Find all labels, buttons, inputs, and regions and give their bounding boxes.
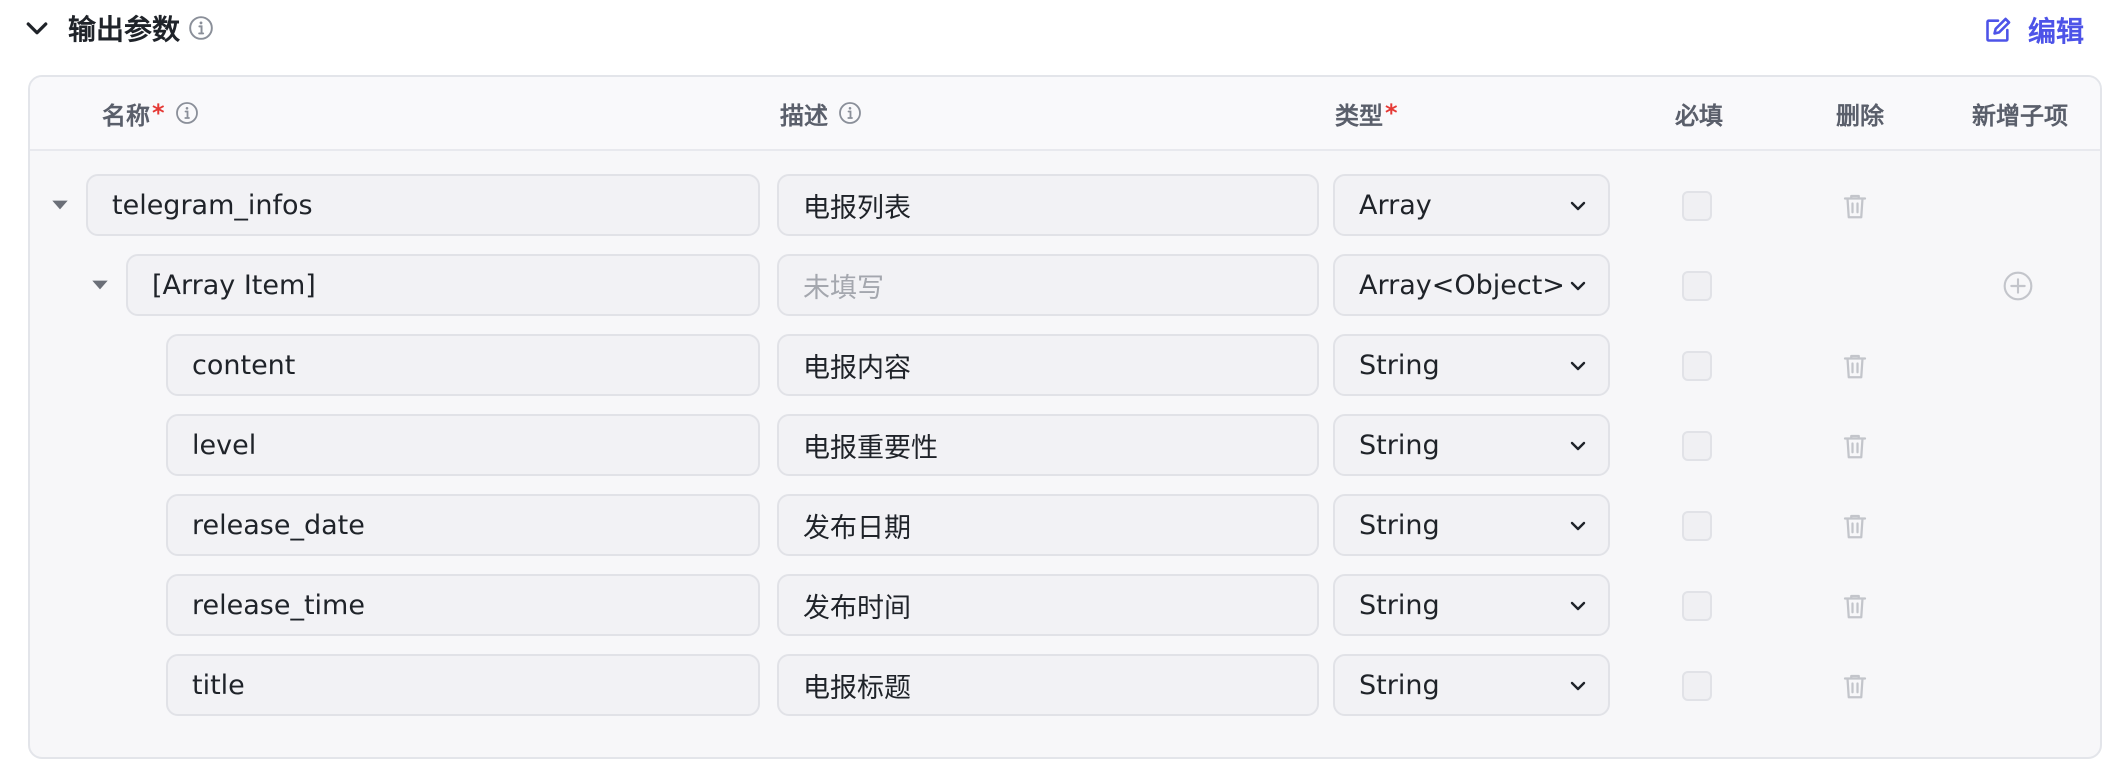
param-type-select[interactable]: Array [1333, 174, 1610, 236]
info-icon[interactable] [188, 15, 214, 41]
required-checkbox[interactable] [1682, 351, 1712, 381]
required-checkbox[interactable] [1682, 191, 1712, 221]
param-name-input[interactable]: content [166, 334, 760, 396]
param-name-input[interactable]: title [166, 654, 760, 716]
caret-down-icon[interactable] [49, 194, 71, 216]
table-row: level 电报重要性 String [30, 414, 2100, 484]
col-required-label: 必填 [1675, 101, 1723, 130]
param-description-input[interactable]: 电报列表 [777, 174, 1319, 236]
param-type-select[interactable]: String [1333, 654, 1610, 716]
table-row: release_time 发布时间 String [30, 574, 2100, 644]
param-description-input[interactable]: 电报标题 [777, 654, 1319, 716]
col-delete-label: 删除 [1836, 101, 1884, 130]
param-name-input[interactable]: telegram_infos [86, 174, 760, 236]
col-required: 必填 [1675, 77, 1723, 149]
param-type-select[interactable]: String [1333, 334, 1610, 396]
param-type-value: Array<Object> [1359, 269, 1565, 301]
required-mark: * [1385, 99, 1398, 127]
required-checkbox[interactable] [1682, 431, 1712, 461]
col-type-label: 类型 [1335, 101, 1383, 130]
chevron-down-icon [1570, 281, 1586, 291]
table-row: release_date 发布日期 String [30, 494, 2100, 564]
trash-icon[interactable] [1840, 671, 1870, 701]
chevron-down-icon [1570, 681, 1586, 691]
table-row: content 电报内容 String [30, 334, 2100, 404]
add-child-icon[interactable] [2002, 270, 2034, 302]
param-description-input[interactable]: 发布时间 [777, 574, 1319, 636]
table-row: telegram_infos 电报列表 Array [30, 174, 2100, 244]
param-type-select[interactable]: Array<Object> [1333, 254, 1610, 316]
chevron-down-icon [1570, 201, 1586, 211]
edit-button[interactable]: 编辑 [1984, 9, 2084, 51]
col-name-label: 名称 [102, 101, 150, 130]
col-description: 描述 [780, 77, 862, 149]
param-description-input[interactable]: 发布日期 [777, 494, 1319, 556]
required-mark: * [152, 99, 165, 127]
trash-icon[interactable] [1840, 351, 1870, 381]
param-type-value: String [1359, 509, 1440, 541]
required-checkbox[interactable] [1682, 511, 1712, 541]
info-icon[interactable] [175, 101, 199, 125]
col-name: 名称 * [102, 77, 199, 149]
edit-label: 编辑 [2027, 15, 2084, 48]
trash-icon[interactable] [1840, 191, 1870, 221]
required-checkbox[interactable] [1682, 591, 1712, 621]
param-name-input[interactable]: [Array Item] [126, 254, 760, 316]
param-type-value: String [1359, 589, 1440, 621]
param-name-input[interactable]: level [166, 414, 760, 476]
trash-icon[interactable] [1840, 511, 1870, 541]
required-checkbox[interactable] [1682, 671, 1712, 701]
section-title: 输出参数 [68, 13, 181, 46]
param-type-select[interactable]: String [1333, 414, 1610, 476]
output-params-table: 名称 * 描述 类型 * 必填 删除 新增子项 telegram_infos 电… [28, 75, 2102, 759]
required-checkbox[interactable] [1682, 271, 1712, 301]
col-add-child-label: 新增子项 [1972, 101, 2068, 130]
chevron-down-icon [1570, 601, 1586, 611]
param-type-value: String [1359, 349, 1440, 381]
col-type: 类型 * [1335, 77, 1398, 149]
param-type-value: String [1359, 669, 1440, 701]
col-delete: 删除 [1836, 77, 1884, 149]
edit-icon [1986, 17, 2011, 42]
param-type-select[interactable]: String [1333, 494, 1610, 556]
section-header: 输出参数 编辑 [0, 0, 2127, 60]
param-description-input[interactable]: 电报重要性 [777, 414, 1319, 476]
chevron-down-icon [1570, 361, 1586, 371]
param-name-input[interactable]: release_time [166, 574, 760, 636]
chevron-down-icon[interactable] [22, 14, 52, 44]
param-type-select[interactable]: String [1333, 574, 1610, 636]
trash-icon[interactable] [1840, 591, 1870, 621]
chevron-down-icon [1570, 521, 1586, 531]
caret-down-icon[interactable] [89, 274, 111, 296]
trash-icon[interactable] [1840, 431, 1870, 461]
info-icon[interactable] [838, 101, 862, 125]
param-name-input[interactable]: release_date [166, 494, 760, 556]
col-description-label: 描述 [780, 101, 828, 130]
param-type-value: String [1359, 429, 1440, 461]
param-description-input[interactable]: 未填写 [777, 254, 1319, 316]
param-type-value: Array [1359, 189, 1432, 221]
chevron-down-icon [1570, 441, 1586, 451]
table-row: title 电报标题 String [30, 654, 2100, 724]
table-header: 名称 * 描述 类型 * 必填 删除 新增子项 [30, 77, 2100, 151]
table-row: [Array Item] 未填写 Array<Object> [30, 254, 2100, 324]
param-description-input[interactable]: 电报内容 [777, 334, 1319, 396]
col-add-child: 新增子项 [1972, 77, 2068, 149]
